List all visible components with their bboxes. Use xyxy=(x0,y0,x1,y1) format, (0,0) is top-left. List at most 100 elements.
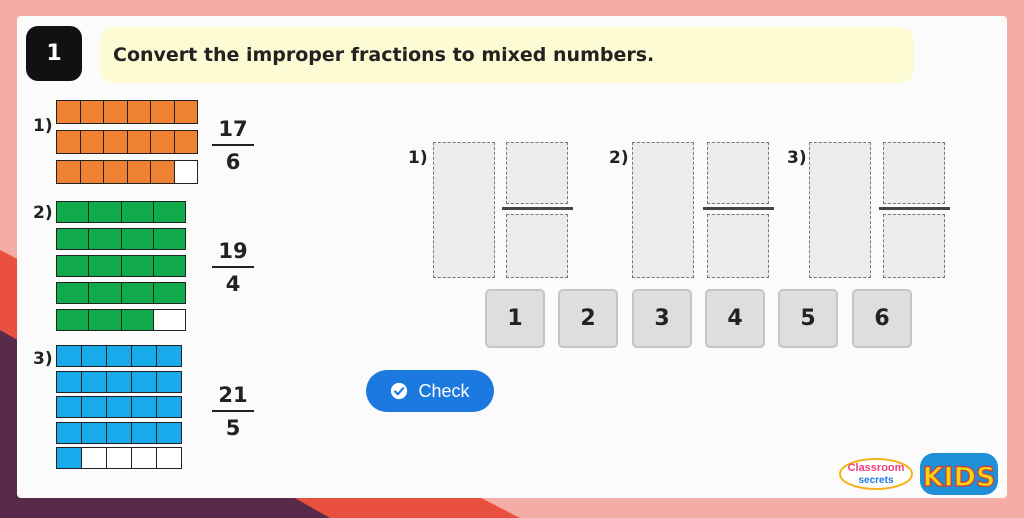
bar-cell-empty xyxy=(81,447,107,469)
fraction-1-denominator: 6 xyxy=(225,150,241,174)
bar-cell-filled xyxy=(88,255,122,277)
bar-row xyxy=(56,130,198,154)
logo-classroom-text: Classroom xyxy=(848,462,905,474)
bar-cell-filled xyxy=(56,447,82,469)
bar-cell-filled xyxy=(81,345,107,367)
fraction-2-denominator: 4 xyxy=(225,272,241,296)
bar-cell-filled xyxy=(152,255,187,277)
answer-3-whole-slot[interactable] xyxy=(809,142,871,278)
bar-cell-filled xyxy=(156,370,182,393)
bar-row xyxy=(56,160,198,184)
instruction-text: Convert the improper fractions to mixed … xyxy=(113,44,655,66)
answer-1-denominator-slot[interactable] xyxy=(506,214,568,278)
bar-row xyxy=(56,255,187,277)
answer-3-label: 3) xyxy=(787,148,807,168)
number-tile-6[interactable]: 6 xyxy=(852,289,912,348)
bar-cell-filled xyxy=(173,100,198,124)
bar-cell-filled xyxy=(106,345,132,367)
bar-cell-empty xyxy=(131,447,157,469)
number-tile-2[interactable]: 2 xyxy=(558,289,618,348)
bar-cell-filled xyxy=(120,282,154,304)
bar-row xyxy=(56,447,182,469)
bar-cell-filled xyxy=(150,130,175,154)
bar-cell-filled xyxy=(88,201,122,223)
answer-3-denominator-slot[interactable] xyxy=(883,214,945,278)
bar-cell-filled xyxy=(56,309,90,331)
bar-cell-filled xyxy=(103,100,128,124)
bar-cell-filled xyxy=(150,100,175,124)
fraction-3-denominator: 5 xyxy=(225,416,241,440)
bar-cell-filled xyxy=(79,160,104,184)
classroom-secrets-kids-logo: Classroom secrets KIDS xyxy=(839,453,998,495)
answer-2-fraction-line xyxy=(703,207,774,210)
bar-row xyxy=(56,396,182,418)
bar-cell-filled xyxy=(81,396,107,418)
bar-cell-filled xyxy=(126,100,151,124)
answer-1-label: 1) xyxy=(408,148,428,168)
bar-cell-filled xyxy=(88,282,122,304)
answer-2-whole-slot[interactable] xyxy=(632,142,694,278)
check-circle-icon xyxy=(391,382,408,400)
bar-cell-filled xyxy=(79,130,104,154)
bar-row xyxy=(56,309,187,331)
bar-cell-filled xyxy=(56,130,81,154)
model-2-label: 2) xyxy=(33,203,53,223)
fraction-1-numerator: 17 xyxy=(218,117,248,141)
bar-row xyxy=(56,370,182,393)
bar-cell-filled xyxy=(88,309,122,331)
answer-2-numerator-slot[interactable] xyxy=(707,142,769,204)
bar-cell-empty xyxy=(152,309,187,331)
bar-cell-filled xyxy=(56,100,81,124)
bar-cell-filled xyxy=(106,421,132,444)
number-tile-4[interactable]: 4 xyxy=(705,289,765,348)
bar-cell-filled xyxy=(56,282,90,304)
bar-cell-filled xyxy=(156,396,182,418)
bar-cell-filled xyxy=(120,201,154,223)
bar-row xyxy=(56,421,182,444)
bar-cell-filled xyxy=(79,100,104,124)
bar-cell-filled xyxy=(152,282,187,304)
number-tile-3[interactable]: 3 xyxy=(632,289,692,348)
bar-cell-filled xyxy=(56,228,90,250)
number-tile-5[interactable]: 5 xyxy=(778,289,838,348)
answer-3-fraction-line xyxy=(879,207,950,210)
logo-kids-text: KIDS xyxy=(923,462,996,493)
bar-row xyxy=(56,345,182,367)
model-1-label: 1) xyxy=(33,116,53,136)
bar-cell-filled xyxy=(81,421,107,444)
answer-2-denominator-slot[interactable] xyxy=(707,214,769,278)
bar-cell-empty xyxy=(156,447,182,469)
bar-cell-filled xyxy=(131,345,157,367)
check-button[interactable]: Check xyxy=(366,370,494,412)
bar-cell-filled xyxy=(131,396,157,418)
answer-1-numerator-slot[interactable] xyxy=(506,142,568,204)
bar-row xyxy=(56,228,187,250)
fraction-2-numerator: 19 xyxy=(218,239,248,263)
fraction-2: 19 4 xyxy=(212,239,254,296)
bar-row xyxy=(56,282,187,304)
answer-3-numerator-slot[interactable] xyxy=(883,142,945,204)
bar-cell-filled xyxy=(56,160,81,184)
bar-cell-filled xyxy=(56,345,82,367)
number-tile-1[interactable]: 1 xyxy=(485,289,545,348)
fraction-3-bar xyxy=(212,410,254,412)
bar-cell-filled xyxy=(126,130,151,154)
bar-cell-filled xyxy=(126,160,151,184)
bar-cell-filled xyxy=(88,228,122,250)
fraction-3-numerator: 21 xyxy=(218,383,248,407)
bar-cell-filled xyxy=(106,370,132,393)
bar-cell-empty xyxy=(173,160,198,184)
bar-row xyxy=(56,100,198,124)
bar-cell-filled xyxy=(120,309,154,331)
bar-cell-filled xyxy=(152,201,187,223)
bar-cell-filled xyxy=(156,421,182,444)
question-number-badge: 1 xyxy=(26,26,82,81)
bar-cell-filled xyxy=(56,201,90,223)
bar-cell-empty xyxy=(106,447,132,469)
fraction-3: 21 5 xyxy=(212,383,254,440)
bar-cell-filled xyxy=(152,228,187,250)
bar-cell-filled xyxy=(103,160,128,184)
bar-cell-filled xyxy=(131,421,157,444)
fraction-1-bar xyxy=(212,144,254,146)
answer-1-whole-slot[interactable] xyxy=(433,142,495,278)
